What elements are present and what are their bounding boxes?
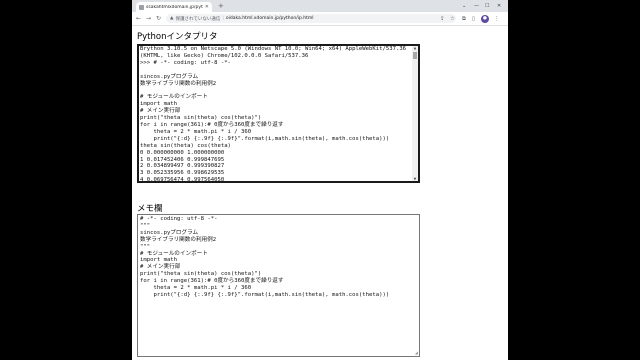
console-line: print("theta sin(theta) cos(theta)") (140, 115, 262, 122)
console-output[interactable]: Brython 3.10.5 on Netscape 5.0 (Windows … (140, 46, 412, 183)
memo-textarea[interactable]: # -*- coding: utf-8 -*- """ sincos.pyプログラム… (137, 214, 420, 357)
minimize-icon[interactable]: — (474, 2, 479, 10)
console-line: import math (140, 101, 178, 108)
page-content: Pythonインタプリタ Brython 3.10.5 on Netscape … (132, 26, 508, 360)
console-line: (KHTML, like Gecko) Chrome/102.0.0.0 Saf… (140, 52, 309, 59)
memo-line: import math (140, 257, 178, 264)
chevron-down-icon[interactable]: ⌄ (462, 2, 466, 10)
maximize-icon[interactable]: ☐ (485, 2, 489, 10)
resize-handle-icon[interactable]: ◢ (415, 351, 418, 355)
console-line: sincos.pyプログラム (140, 73, 199, 80)
memo-line: for i in range(361):# 0度から360度まで繰り返す (140, 278, 284, 285)
extensions-icon[interactable]: ⧉ (462, 15, 466, 23)
browser-window: ssakahtmlxdomain.jp/pytho ✕ + ⌄ — ☐ ✕ ← … (132, 0, 508, 360)
console-line: 数学ライブラリ関数の利用例2 (140, 80, 217, 87)
memo-text[interactable]: # -*- coding: utf-8 -*- """ sincos.pyプログラム… (140, 216, 418, 299)
memo-line: 数学ライブラリ関数の利用例2 (140, 236, 217, 243)
globe-icon (139, 4, 144, 10)
console-line: Brython 3.10.5 on Netscape 5.0 (Windows … (140, 46, 407, 52)
console-line: 0 0.000000000 1.000000000 (140, 149, 225, 156)
console-line: 4 0.069756474 0.997564050 (140, 177, 225, 183)
memo-line: # モジュールのインポート (140, 250, 208, 257)
memo-line: theta = 2 * math.pi * i / 360 (140, 285, 252, 292)
memo-title: メモ欄 (137, 204, 163, 214)
page-title: Pythonインタプリタ (137, 32, 218, 42)
memo-line: sincos.pyプログラム (140, 229, 199, 236)
memo-line: # -*- coding: utf-8 -*- (140, 216, 218, 222)
console-line: # モジュールのインポート (140, 94, 208, 101)
scroll-up-icon[interactable]: ▲ (412, 46, 418, 50)
scroll-down-icon[interactable]: ▼ (412, 177, 418, 181)
console-line: >>> # -*- coding: utf-8 -*- (140, 59, 231, 66)
browser-toolbar: ← → ↻ ▲ 保護されていない通信 | oidaka.html.xdomain… (132, 12, 508, 26)
menu-icon[interactable]: ⋮ (494, 15, 500, 23)
avatar[interactable]: ● (481, 15, 489, 23)
interpreter-console[interactable]: Brython 3.10.5 on Netscape 5.0 (Windows … (137, 44, 420, 183)
new-tab-button[interactable]: + (218, 2, 224, 11)
console-line: # メイン実行部 (140, 108, 181, 115)
warning-icon[interactable]: ▲ (170, 16, 173, 21)
memo-line: """ (140, 243, 151, 250)
security-label[interactable]: 保護されていない通信 (175, 16, 220, 22)
console-line: 2 0.034899497 0.999390827 (140, 163, 225, 170)
tab-title: ssakahtmlxdomain.jp/pytho (146, 4, 203, 10)
memo-line: # メイン実行部 (140, 264, 181, 271)
console-scrollbar[interactable]: ▲ ▼ (412, 46, 418, 181)
tab-strip: ssakahtmlxdomain.jp/pytho ✕ + ⌄ — ☐ ✕ (132, 0, 508, 12)
reload-icon[interactable]: ↻ (156, 15, 161, 23)
back-icon[interactable]: ← (136, 15, 141, 23)
console-line: for i in range(361):# 0度から360度まで繰り返す (140, 121, 284, 128)
console-line: theta = 2 * math.pi * i / 360 (140, 128, 252, 135)
sidebar-icon[interactable]: ▯ (472, 15, 475, 23)
url-text[interactable]: oidaka.html.xdomain.jp/python/ip.html (226, 16, 314, 21)
console-line: 3 0.052335956 0.998629535 (140, 170, 225, 177)
console-line: theta sin(theta) cos(theta) (140, 142, 231, 149)
window-close-icon[interactable]: ✕ (497, 2, 501, 10)
console-line: 1 0.017452406 0.999847695 (140, 156, 225, 163)
address-bar[interactable]: ▲ 保護されていない通信 | oidaka.html.xdomain.jp/py… (166, 14, 456, 23)
memo-line: """ (140, 222, 151, 229)
forward-icon[interactable]: → (146, 15, 151, 23)
scrollbar-thumb[interactable] (413, 52, 417, 59)
console-line: print("{:d} {:.9f} {:.9f}".format(i,math… (140, 135, 390, 142)
share-icon[interactable]: ⇪ (440, 15, 445, 23)
browser-tab[interactable]: ssakahtmlxdomain.jp/pytho ✕ (136, 2, 212, 12)
memo-line: print("{:d} {:.9f} {:.9f}".format(i,math… (140, 291, 390, 298)
bookmark-star-icon[interactable]: ☆ (450, 15, 455, 23)
close-icon[interactable]: ✕ (205, 4, 209, 10)
divider: | (222, 16, 224, 21)
